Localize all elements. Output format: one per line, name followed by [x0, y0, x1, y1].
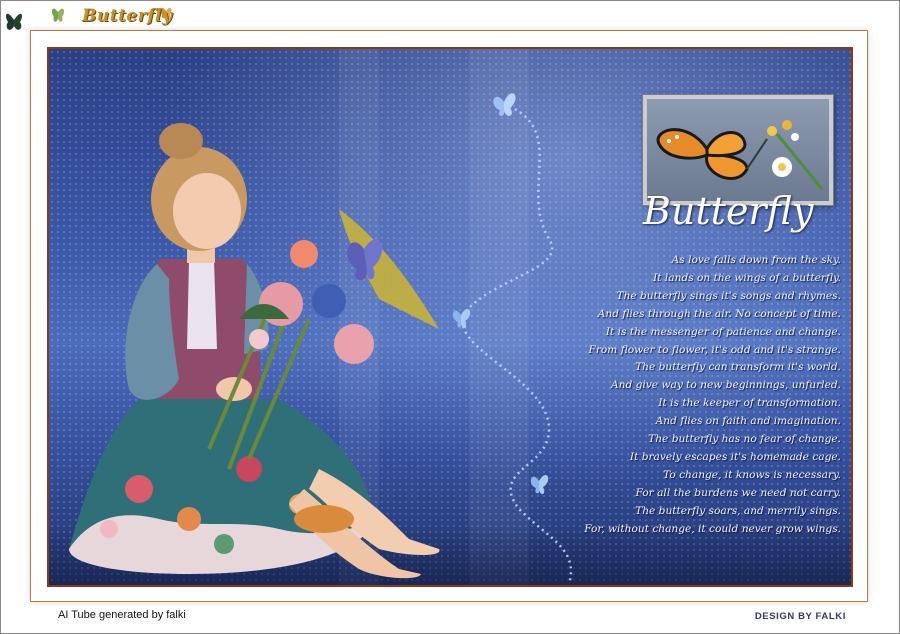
- poem-line: For, without change, it could never grow…: [584, 522, 841, 535]
- poem-line: It is the keeper of transformation.: [658, 397, 841, 410]
- poem-line: The butterfly can transform it's world.: [635, 361, 841, 374]
- poem-line: And flies through the air. No concept of…: [597, 307, 841, 320]
- white-flower-icon: [772, 157, 792, 177]
- poem-line: It is the messenger of patience and chan…: [605, 325, 841, 338]
- blue-butterfly-icon: [493, 93, 516, 116]
- poem-line: The butterfly has no fear of change.: [648, 433, 841, 446]
- logo-text: Butterfly: [82, 6, 173, 26]
- green-butterfly-icon: [51, 8, 65, 22]
- yellow-flower-icon: [767, 120, 799, 141]
- blue-butterfly-icon: [452, 308, 471, 329]
- poem-text: As love falls down from the sky. It land…: [541, 252, 841, 539]
- poem-line: It bravely escapes it's homemade cage.: [629, 450, 841, 463]
- artwork-scene: Butterfly As love falls down from the sk…: [47, 47, 853, 587]
- monarch-butterfly-icon: [656, 120, 824, 190]
- poem-line: To change, it knows is necessary.: [663, 468, 841, 481]
- poem-line: It lands on the wings of a butterfly.: [653, 271, 841, 284]
- designer-signature: DESIGN BY FALKI: [754, 611, 846, 622]
- poem-line: The butterfly sings it's songs and rhyme…: [616, 289, 842, 302]
- artwork-title: Butterfly: [643, 189, 814, 233]
- poem-line: The butterfly soars, and merrily sings.: [635, 504, 841, 517]
- poem-line: For all the burdens we need not carry.: [635, 486, 841, 499]
- orange-bag: [294, 505, 354, 533]
- poem-line: And flies on faith and imagination.: [655, 415, 841, 428]
- black-butterfly-icon: [6, 13, 22, 30]
- girl-with-flowers-figure: [69, 123, 440, 579]
- credit-text: AI Tube generated by falki: [58, 609, 186, 621]
- poem-line: From flower to flower, it's odd and it's…: [588, 343, 841, 356]
- poem-line: As love falls down from the sky.: [671, 254, 841, 266]
- poem-line: And give way to new beginnings, unfurled…: [611, 379, 841, 392]
